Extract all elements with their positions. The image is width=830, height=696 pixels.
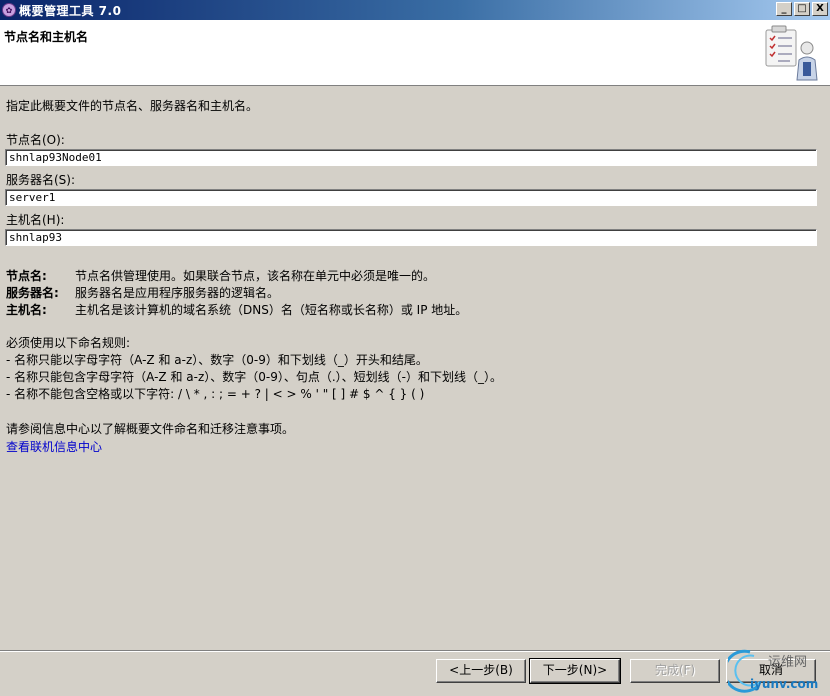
definition-text: 主机名是该计算机的域名系统（DNS）名（短名称或长名称）或 IP 地址。 bbox=[75, 303, 468, 317]
definition-row-server: 服务器名: 服务器名是应用程序服务器的逻辑名。 bbox=[6, 284, 467, 301]
watermark-title: 运维网 bbox=[768, 655, 807, 670]
close-button[interactable]: X bbox=[812, 2, 828, 16]
node-name-input[interactable] bbox=[5, 149, 817, 166]
app-logo-icon[interactable]: ✿ bbox=[2, 3, 16, 17]
info-center-link[interactable]: 查看联机信息中心 bbox=[6, 438, 102, 455]
page-description: 指定此概要文件的节点名、服务器名和主机名。 bbox=[6, 99, 259, 113]
naming-rules: 必须使用以下命名规则: - 名称只能以字母字符（A-Z 和 a-z）、数字（0-… bbox=[6, 335, 502, 403]
watermark-logo: 运维网 iyunv.com bbox=[728, 649, 818, 693]
window-title-bar[interactable]: ✿ 概要管理工具 7.0 _ □ X bbox=[0, 0, 830, 20]
definition-row-node: 节点名: 节点名供管理使用。如果联合节点，该名称在单元中必须是唯一的。 bbox=[6, 267, 467, 284]
back-button[interactable]: <上一步(B) bbox=[436, 659, 526, 683]
info-center-note: 请参阅信息中心以了解概要文件命名和迁移注意事项。 bbox=[6, 422, 295, 436]
host-name-input[interactable] bbox=[5, 229, 817, 246]
rule-item: - 名称只能以字母字符（A-Z 和 a-z）、数字（0-9）和下划线（_）开头和… bbox=[6, 353, 428, 367]
definitions: 节点名: 节点名供管理使用。如果联合节点，该名称在单元中必须是唯一的。 服务器名… bbox=[6, 267, 467, 318]
definition-text: 节点名供管理使用。如果联合节点，该名称在单元中必须是唯一的。 bbox=[75, 269, 436, 283]
wizard-clipboard-person-icon bbox=[765, 25, 818, 81]
definition-term: 节点名: bbox=[6, 269, 47, 283]
definition-term: 服务器名: bbox=[6, 286, 59, 300]
rule-item: - 名称只能包含字母字符（A-Z 和 a-z）、数字（0-9）、句点（.）、短划… bbox=[6, 370, 502, 384]
window-controls: _ □ X bbox=[776, 2, 828, 16]
page-title: 节点名和主机名 bbox=[4, 30, 89, 44]
definition-text: 服务器名是应用程序服务器的逻辑名。 bbox=[75, 286, 280, 300]
window-title: 概要管理工具 7.0 bbox=[19, 3, 122, 18]
next-button[interactable]: 下一步(N)> bbox=[529, 658, 621, 684]
footer-separator bbox=[0, 650, 830, 652]
rule-item: - 名称不能包含空格或以下字符: / \ * , : ; = + ? | < >… bbox=[6, 387, 425, 401]
rules-title: 必须使用以下命名规则: bbox=[6, 336, 131, 350]
maximize-button[interactable]: □ bbox=[794, 2, 810, 16]
definition-term: 主机名: bbox=[6, 303, 47, 317]
server-name-label: 服务器名(S): bbox=[6, 173, 76, 187]
minimize-button[interactable]: _ bbox=[776, 2, 792, 16]
watermark-url: iyunv.com bbox=[750, 677, 818, 691]
host-name-label: 主机名(H): bbox=[6, 213, 65, 227]
finish-button[interactable]: 完成(F) bbox=[630, 659, 720, 683]
definition-row-host: 主机名: 主机名是该计算机的域名系统（DNS）名（短名称或长名称）或 IP 地址… bbox=[6, 301, 467, 318]
node-name-label: 节点名(O): bbox=[6, 133, 65, 147]
wizard-header: 节点名和主机名 bbox=[0, 20, 830, 86]
server-name-input[interactable] bbox=[5, 189, 817, 206]
